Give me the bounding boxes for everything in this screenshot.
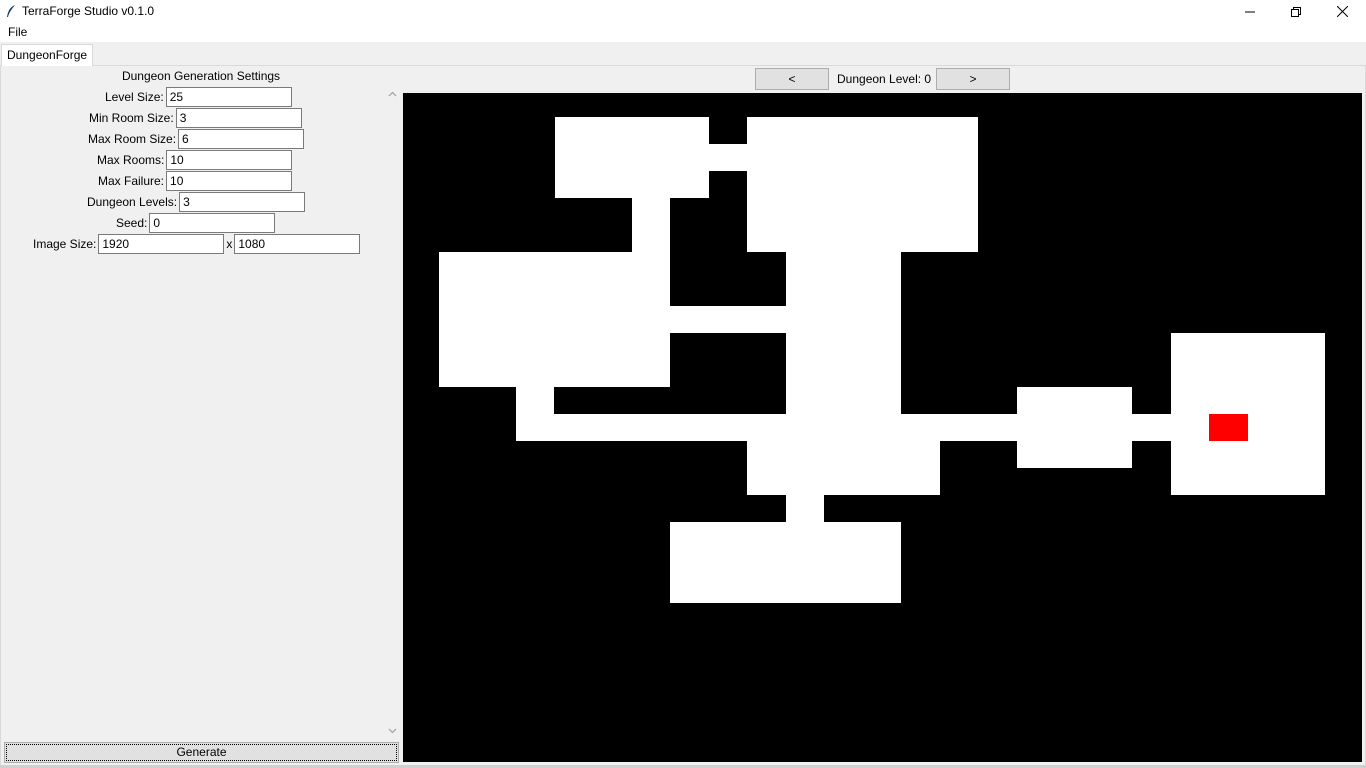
dungeon-room (1017, 387, 1132, 468)
dungeon-corridor (670, 306, 786, 333)
dungeon-corridor (786, 495, 824, 522)
scroll-down-icon[interactable] (388, 726, 397, 735)
max-room-size-row: Max Room Size: 6 (88, 129, 305, 149)
feather-icon (7, 5, 15, 17)
min-room-size-input[interactable]: 3 (175, 108, 302, 128)
max-failure-input[interactable]: 10 (166, 171, 293, 191)
max-rooms-input[interactable]: 10 (166, 150, 293, 170)
dungeon-room (555, 117, 709, 198)
max-room-size-input[interactable]: 6 (178, 129, 305, 149)
tab-strip: DungeonForge (0, 42, 1366, 67)
dungeon-corridor (709, 144, 747, 171)
max-rooms-label: Max Rooms: (97, 153, 165, 167)
prev-level-button[interactable]: < (755, 68, 829, 90)
title-bar: TerraForge Studio v0.1.0 (0, 0, 1366, 23)
dungeon-corridor (1132, 414, 1171, 441)
dungeon-room (1171, 333, 1325, 495)
max-failure-label: Max Failure: (98, 174, 165, 188)
minimize-button[interactable] (1227, 0, 1273, 23)
min-room-size-label: Min Room Size: (89, 111, 174, 125)
max-failure-row: Max Failure: 10 (98, 171, 293, 191)
seed-label: Seed: (116, 216, 148, 230)
dungeon-level-label: Dungeon Level: 0 (837, 72, 932, 86)
dungeon-room (786, 252, 901, 441)
next-level-button[interactable]: > (936, 68, 1010, 90)
image-size-label: Image Size: (33, 237, 97, 251)
menu-bar: File (0, 23, 1366, 42)
seed-input[interactable]: 0 (149, 213, 276, 233)
scroll-up-icon[interactable] (388, 90, 397, 99)
settings-panel: Dungeon Generation Settings Level Size: … (1, 66, 401, 768)
generate-button[interactable]: Generate (4, 742, 399, 763)
minimize-icon (1245, 11, 1255, 12)
dungeon-room (747, 441, 940, 495)
image-width-input[interactable]: 1920 (98, 234, 225, 254)
dungeon-room (747, 117, 978, 252)
level-size-label: Level Size: (105, 90, 164, 104)
level-size-row: Level Size: 25 (105, 87, 292, 107)
image-size-row: Image Size: 1920 x 1080 (33, 234, 361, 254)
level-size-input[interactable]: 25 (165, 87, 292, 107)
seed-row: Seed: 0 (116, 213, 276, 233)
dungeon-corridor (901, 414, 1017, 441)
dungeon-levels-row: Dungeon Levels: 3 (87, 192, 306, 212)
restore-icon (1291, 6, 1301, 17)
dungeon-room (670, 522, 901, 603)
tab-dungeonforge[interactable]: DungeonForge (1, 44, 94, 67)
menu-file[interactable]: File (8, 25, 27, 39)
dungeon-corridor (516, 414, 786, 441)
max-room-size-label: Max Room Size: (88, 132, 177, 146)
dungeon-levels-label: Dungeon Levels: (87, 195, 178, 209)
dungeon-room (439, 252, 670, 387)
max-rooms-row: Max Rooms: 10 (97, 150, 293, 170)
wall-gap (670, 333, 786, 414)
settings-scrollbar[interactable] (384, 86, 401, 738)
close-icon (1336, 6, 1348, 17)
stairs-marker (1209, 414, 1248, 441)
window-title: TerraForge Studio v0.1.0 (22, 4, 155, 18)
dungeon-levels-input[interactable]: 3 (179, 192, 306, 212)
dungeon-map-canvas[interactable] (403, 93, 1362, 762)
tab-content: Dungeon Generation Settings Level Size: … (0, 66, 1366, 768)
image-height-input[interactable]: 1080 (234, 234, 361, 254)
min-room-size-row: Min Room Size: 3 (89, 108, 302, 128)
wall-gap (555, 387, 632, 414)
close-button[interactable] (1319, 0, 1365, 23)
settings-title: Dungeon Generation Settings (121, 69, 281, 83)
restore-button[interactable] (1273, 0, 1319, 23)
image-size-separator: x (226, 237, 233, 251)
